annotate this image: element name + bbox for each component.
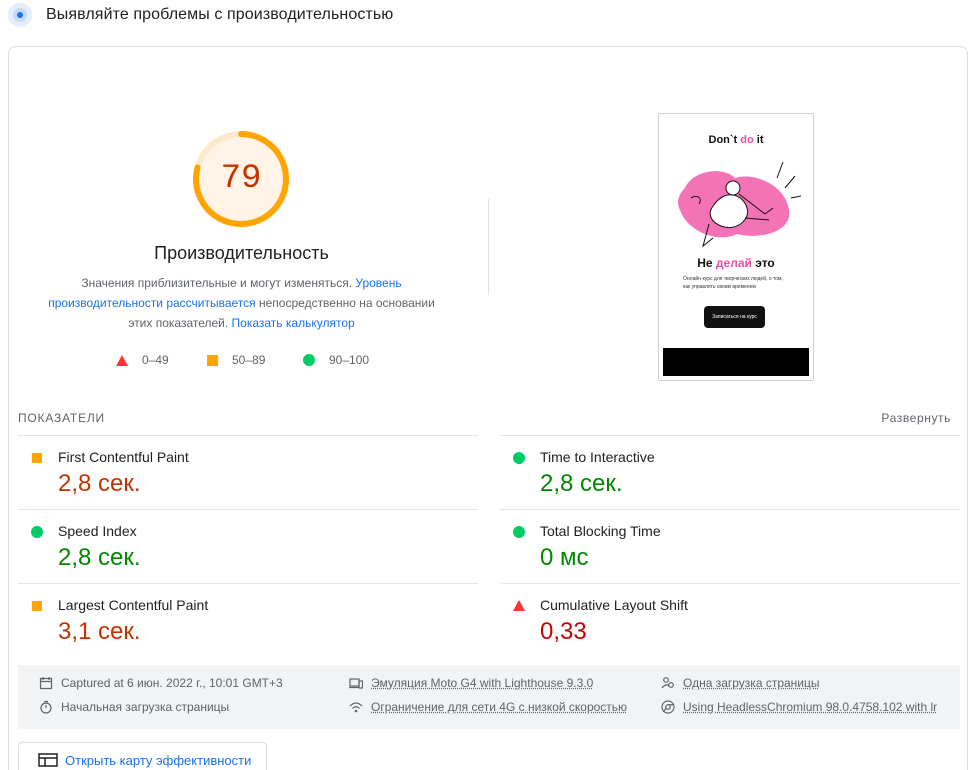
circle-icon	[31, 526, 43, 538]
metric-lcp: Largest Contentful Paint 3,1 сек.	[18, 583, 478, 657]
metric-si: Speed Index 2,8 сек.	[18, 509, 478, 583]
legend-range: 90–100	[329, 353, 370, 367]
metric-name: Cumulative Layout Shift	[540, 597, 688, 613]
screenshot-headline: Don`t do it	[708, 134, 764, 146]
circle-icon	[513, 526, 525, 538]
legend-fail: 0–49	[116, 353, 169, 367]
legend-pass: 90–100	[303, 353, 369, 367]
divider	[488, 199, 489, 295]
legend-range: 50–89	[232, 353, 266, 367]
screenshot-subheadline: Не делай это	[697, 256, 775, 270]
metric-value: 0,33	[540, 618, 587, 645]
screenshot-text: Онлайн-курс для творческих людей, о том,…	[683, 276, 783, 290]
square-icon	[32, 601, 42, 611]
metric-value: 2,8 сек.	[540, 470, 623, 497]
page-title: Выявляйте проблемы с производительностью	[46, 6, 394, 23]
metric-name: Total Blocking Time	[540, 523, 661, 539]
initial-load: Начальная загрузка страницы	[39, 700, 229, 714]
circle-icon	[513, 452, 525, 464]
performance-title: Производительность	[154, 243, 329, 263]
screenshot-footer	[663, 348, 809, 376]
devices-icon	[349, 678, 363, 689]
people-icon	[661, 677, 674, 689]
metric-value: 3,1 сек.	[58, 618, 141, 645]
report-card: 79 Производительность Значения приблизит…	[8, 46, 968, 770]
metric-cls: Cumulative Layout Shift 0,33	[500, 583, 960, 657]
triangle-icon	[116, 354, 128, 366]
illustration-image	[678, 161, 802, 248]
triangle-icon	[513, 600, 525, 611]
header: Выявляйте проблемы с производительностью	[8, 0, 393, 30]
throttling-info[interactable]: Ограничение для сети 4G с низкой скорост…	[349, 700, 627, 714]
network-icon	[349, 702, 363, 713]
metrics-heading: ПОКАЗАТЕЛИ	[18, 411, 105, 425]
legend-range: 0–49	[142, 353, 169, 367]
metric-value: 2,8 сек.	[58, 470, 141, 497]
calendar-icon	[39, 677, 53, 690]
performance-score: 79	[220, 160, 262, 198]
performance-description: Значения приблизительные и могут изменят…	[39, 273, 444, 333]
page-screenshot[interactable]: Don`t do it Не делай это Онлайн-курс для…	[658, 113, 814, 381]
score-legend: 0–49 50–89 90–100	[9, 353, 474, 369]
metric-name: Speed Index	[58, 523, 137, 539]
metric-value: 2,8 сек.	[58, 544, 141, 571]
open-treemap-button[interactable]: Открыть карту эффективности	[18, 742, 267, 770]
lighthouse-icon	[8, 3, 32, 27]
legend-average: 50–89	[207, 353, 265, 367]
circle-icon	[303, 354, 315, 366]
metric-value: 0 мс	[540, 544, 589, 571]
captured-at: Captured at 6 июн. 2022 г., 10:01 GMT+3	[39, 676, 283, 690]
single-load-info[interactable]: Одна загрузка страницы	[661, 676, 951, 690]
chrome-icon	[661, 700, 675, 714]
treemap-label[interactable]: Открыть карту эффективности	[65, 753, 251, 768]
performance-gauge: 79	[192, 130, 290, 228]
metric-name: Largest Contentful Paint	[58, 597, 209, 613]
timer-icon	[40, 700, 52, 714]
metric-tti: Time to Interactive 2,8 сек.	[500, 435, 960, 509]
expand-button[interactable]: Развернуть	[881, 411, 951, 425]
square-icon	[207, 354, 218, 366]
metric-fcp: First Contentful Paint 2,8 сек.	[18, 435, 478, 509]
desc-text-1: Значения приблизительные и могут изменят…	[81, 276, 356, 290]
metric-tbt: Total Blocking Time 0 мс	[500, 509, 960, 583]
screenshot-button: Записаться на курс	[704, 306, 765, 328]
metric-name: First Contentful Paint	[58, 449, 189, 465]
browser-info[interactable]: Using HeadlessChromium 98.0.4758.102 wit…	[661, 700, 951, 714]
square-icon	[32, 453, 42, 463]
emulation-info[interactable]: Эмуляция Moto G4 with Lighthouse 9.3.0	[349, 676, 593, 690]
run-info: Captured at 6 июн. 2022 г., 10:01 GMT+3 …	[18, 665, 960, 729]
metric-name: Time to Interactive	[540, 449, 655, 465]
calculator-link[interactable]: Показать калькулятор	[232, 316, 355, 330]
treemap-icon	[38, 753, 58, 767]
